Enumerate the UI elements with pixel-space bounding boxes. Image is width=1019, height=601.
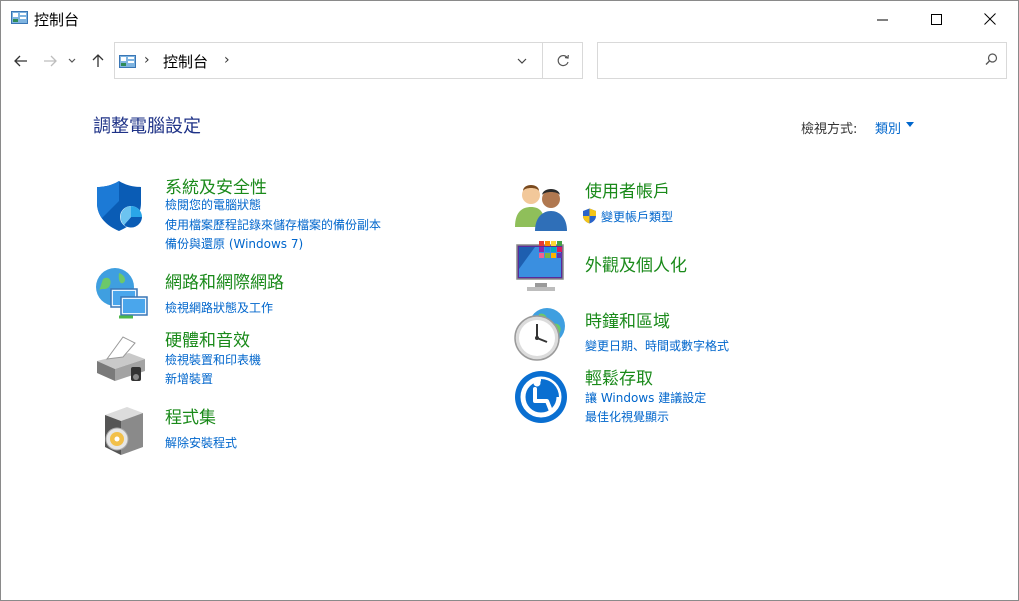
view-by-label: 檢視方式: [801, 122, 858, 137]
chevron-down-icon [68, 58, 76, 63]
window-title: 控制台 [34, 11, 80, 29]
category-system-security[interactable]: 系統及安全性 [165, 173, 267, 198]
link-devices-printers[interactable]: 檢視裝置和印表機 [165, 351, 261, 368]
maximize-icon [930, 13, 942, 25]
close-button[interactable] [967, 1, 1013, 37]
close-icon [984, 13, 996, 25]
link-let-windows-suggest-settings[interactable]: 讓 Windows 建議設定 [585, 389, 706, 406]
category-user-accounts[interactable]: 使用者帳戶 [585, 177, 670, 202]
category-clock-region[interactable]: 時鐘和區域 [585, 307, 670, 332]
category-ease-of-access[interactable]: 輕鬆存取 [585, 364, 653, 389]
link-uninstall-program[interactable]: 解除安裝程式 [165, 434, 237, 451]
security-shield-icon[interactable] [93, 177, 149, 233]
link-add-device[interactable]: 新增裝置 [165, 370, 213, 387]
title-bar: 控制台 [1, 1, 1018, 37]
link-backup-restore[interactable]: 備份與還原 (Windows 7) [165, 235, 303, 252]
link-change-date-time-format[interactable]: 變更日期、時間或數字格式 [585, 337, 729, 354]
category-programs[interactable]: 程式集 [165, 403, 216, 428]
link-optimize-visual-display[interactable]: 最佳化視覺顯示 [585, 408, 669, 425]
category-appearance-personalization[interactable]: 外觀及個人化 [585, 251, 687, 276]
link-change-account-type[interactable]: 變更帳戶類型 [601, 208, 673, 225]
control-panel-icon [11, 11, 28, 24]
forward-arrow-icon [44, 55, 57, 67]
user-accounts-icon[interactable] [513, 177, 569, 233]
search-box[interactable] [597, 42, 1007, 79]
network-globe-icon[interactable] [93, 265, 149, 321]
view-by-dropdown[interactable]: 類別 [875, 118, 901, 137]
printer-icon[interactable] [93, 333, 149, 389]
forward-button[interactable] [39, 49, 61, 73]
link-view-network-status[interactable]: 檢視網路狀態及工作 [165, 299, 273, 316]
chevron-down-icon [517, 58, 527, 64]
minimize-icon [876, 19, 888, 20]
control-panel-icon [119, 55, 136, 68]
address-dropdown-button[interactable] [512, 53, 532, 69]
refresh-icon [557, 54, 569, 67]
refresh-button[interactable] [542, 43, 583, 78]
address-bar[interactable]: › 控制台 › [114, 42, 583, 79]
appearance-monitor-icon[interactable] [513, 239, 569, 295]
uac-shield-icon [583, 208, 596, 224]
clock-globe-icon[interactable] [513, 306, 569, 362]
back-arrow-icon [14, 55, 27, 67]
programs-disc-icon[interactable] [97, 403, 153, 459]
category-hardware-sound[interactable]: 硬體和音效 [165, 326, 250, 351]
maximize-button[interactable] [913, 1, 959, 37]
category-network-internet[interactable]: 網路和網際網路 [165, 268, 284, 293]
minimize-button[interactable] [859, 1, 905, 37]
back-button[interactable] [10, 49, 32, 73]
page-title: 調整電腦設定 [93, 116, 201, 137]
control-panel-window: 控制台 › 控制台 › 調整電腦設定 檢視方式: 類別 系統及安全性 檢閱您的電… [0, 0, 1019, 601]
up-arrow-icon [92, 54, 104, 67]
link-file-history-backup[interactable]: 使用檔案歷程記錄來儲存檔案的備份副本 [165, 216, 381, 233]
search-icon[interactable] [985, 53, 998, 66]
recent-locations-button[interactable] [64, 49, 80, 73]
ease-of-access-icon[interactable] [513, 369, 569, 425]
up-button[interactable] [87, 49, 109, 73]
breadcrumb-control-panel[interactable]: 控制台 [163, 51, 208, 72]
breadcrumb-separator-icon[interactable]: › [224, 52, 230, 68]
breadcrumb-separator-icon[interactable]: › [144, 52, 150, 68]
link-review-computer-status[interactable]: 檢閱您的電腦狀態 [165, 196, 261, 213]
view-by-caret-icon[interactable] [906, 122, 914, 127]
